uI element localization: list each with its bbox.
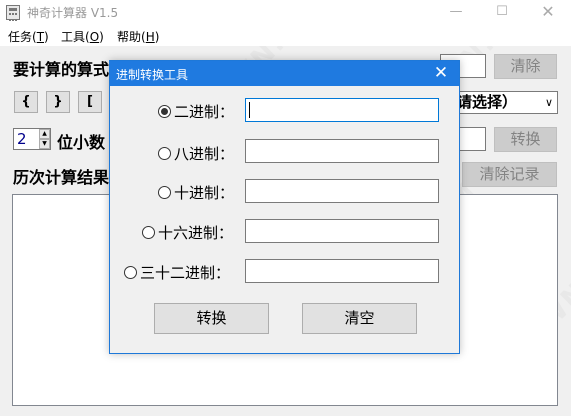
radio-binary[interactable]: 二进制：	[158, 101, 234, 122]
radio-icon	[158, 186, 171, 199]
radio-hexadecimal[interactable]: 十六进制：	[142, 222, 233, 243]
dialog-title: 进制转换工具	[116, 68, 189, 82]
decimal-places-stepper[interactable]: 2 ▲ ▼	[13, 128, 51, 150]
decimal-places-value: 2	[17, 130, 27, 148]
base-conversion-dialog: 进制转换工具 ✕ 二进制： 八进制： 十进制： 十六进制： 三十二进制： 转换 …	[109, 60, 460, 354]
dialog-clear-button[interactable]: 清空	[302, 303, 417, 334]
radio-icon	[142, 226, 155, 239]
main-title-bar: 神奇计算器 V1.5 — ☐ ✕	[0, 0, 571, 25]
chevron-down-icon: ∨	[544, 96, 553, 109]
octal-input[interactable]	[245, 139, 439, 163]
spin-up-icon[interactable]: ▲	[39, 129, 50, 139]
menu-task[interactable]: 任务(T)	[8, 28, 49, 45]
base32-input[interactable]	[245, 259, 439, 283]
radio-icon	[124, 266, 137, 279]
right-brace-button[interactable]: }	[46, 91, 70, 113]
menu-bar: 任务(T) 工具(O) 帮助(H)	[0, 25, 571, 46]
select-value: 请选择）	[457, 93, 518, 111]
hexadecimal-input[interactable]	[245, 219, 439, 243]
clear-button[interactable]: 清除	[494, 54, 557, 79]
radio-base32[interactable]: 三十二进制：	[124, 262, 230, 283]
minimize-button[interactable]: —	[433, 0, 479, 25]
radio-octal[interactable]: 八进制：	[158, 143, 234, 164]
menu-tools[interactable]: 工具(O)	[61, 28, 104, 45]
clear-history-button[interactable]: 清除记录	[462, 162, 557, 187]
binary-input[interactable]	[245, 98, 439, 122]
dialog-title-bar[interactable]: 进制转换工具 ✕	[110, 61, 459, 86]
menu-help[interactable]: 帮助(H)	[117, 28, 159, 45]
radio-decimal[interactable]: 十进制：	[158, 182, 234, 203]
maximize-button[interactable]: ☐	[479, 0, 525, 25]
dialog-close-button[interactable]: ✕	[429, 62, 453, 84]
close-button[interactable]: ✕	[525, 0, 571, 25]
convert-main-button[interactable]: 转换	[494, 127, 557, 152]
history-label: 历次计算结果	[13, 168, 110, 187]
calculator-icon	[6, 5, 20, 21]
decimal-input[interactable]	[245, 179, 439, 203]
left-brace-button[interactable]: {	[14, 91, 38, 113]
radio-icon	[158, 147, 171, 160]
expression-label: 要计算的算式	[13, 60, 110, 79]
radio-checked-icon	[158, 105, 171, 118]
left-bracket-button[interactable]: [	[78, 91, 102, 113]
window-title: 神奇计算器 V1.5	[27, 6, 119, 20]
spin-down-icon[interactable]: ▼	[39, 139, 50, 149]
decimal-places-label: 位小数	[57, 133, 106, 152]
dialog-convert-button[interactable]: 转换	[154, 303, 269, 334]
